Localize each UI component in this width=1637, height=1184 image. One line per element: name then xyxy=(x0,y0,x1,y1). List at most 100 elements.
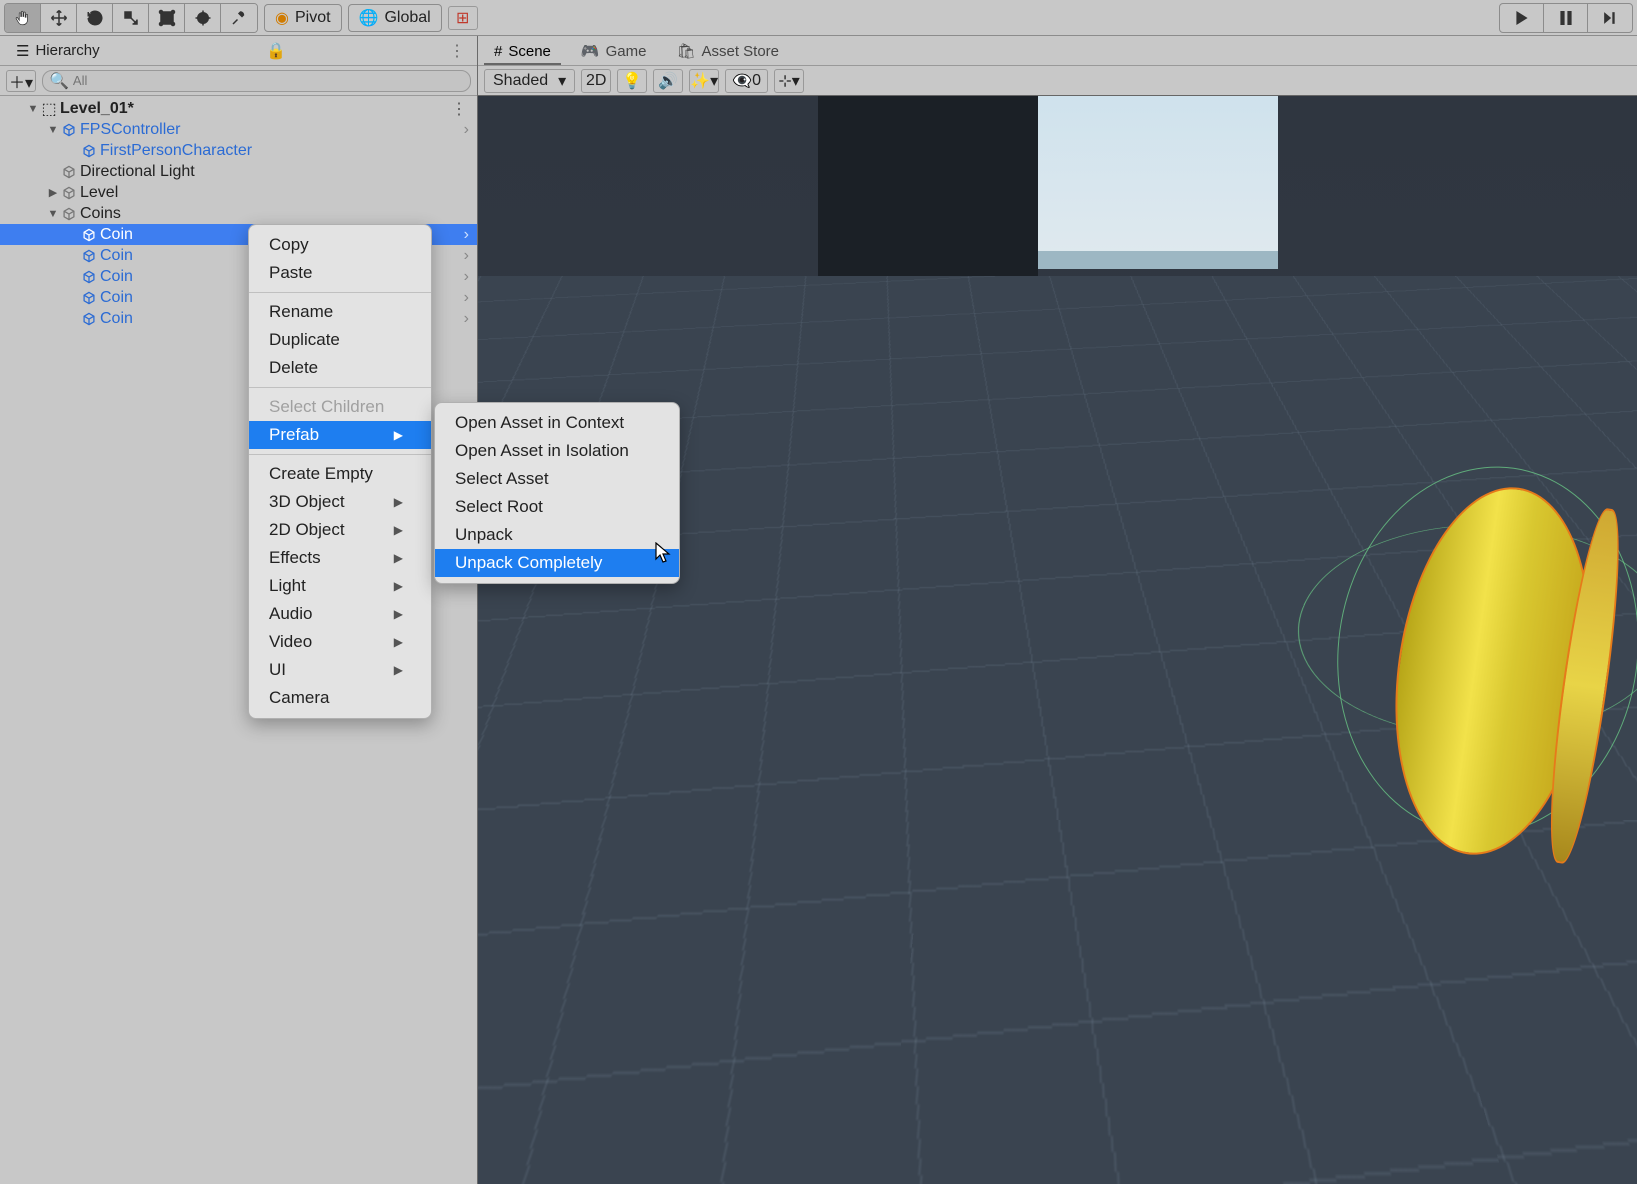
hierarchy-title: Hierarchy xyxy=(35,42,99,59)
gameobject-icon xyxy=(60,207,78,221)
menu-item-label: Delete xyxy=(269,358,318,378)
hierarchy-search[interactable]: 🔍 xyxy=(42,70,471,92)
scene-row[interactable]: ▼ ⬚ Level_01* ⋮ xyxy=(0,98,477,119)
ctx-delete[interactable]: Delete xyxy=(249,354,431,382)
open-prefab-icon[interactable]: › xyxy=(464,121,469,139)
open-prefab-icon[interactable]: › xyxy=(464,268,469,286)
open-prefab-icon[interactable]: › xyxy=(464,289,469,307)
hierarchy-item-coins[interactable]: ▼ Coins xyxy=(0,203,477,224)
move-tool[interactable] xyxy=(41,4,77,32)
ctx-prefab[interactable]: Prefab▶ xyxy=(249,421,431,449)
hierarchy-item-level[interactable]: ▶Level xyxy=(0,182,477,203)
tab-store-label: Asset Store xyxy=(701,43,779,60)
expand-icon[interactable]: ▼ xyxy=(26,103,40,115)
pause-button[interactable] xyxy=(1544,4,1588,32)
2d-toggle[interactable]: 2D xyxy=(581,69,611,93)
hierarchy-tab[interactable]: ☰ Hierarchy xyxy=(6,40,110,62)
panel-menu-icon[interactable]: ⋮ xyxy=(449,41,471,61)
ctx-2d-object[interactable]: 2D Object▶ xyxy=(249,516,431,544)
rotate-tool[interactable] xyxy=(77,4,113,32)
item-label: Directional Light xyxy=(80,163,195,181)
submenu-arrow-icon: ▶ xyxy=(394,607,403,621)
global-toggle[interactable]: 🌐 Global xyxy=(348,4,442,32)
visibility-toggle[interactable]: 👁‍🗨0 xyxy=(725,69,768,93)
expand-icon[interactable]: ▶ xyxy=(46,186,60,199)
prefab-open-asset-in-context[interactable]: Open Asset in Context xyxy=(435,409,679,437)
prefab-select-root[interactable]: Select Root xyxy=(435,493,679,521)
menu-item-label: 2D Object xyxy=(269,520,345,540)
transform-tool-group xyxy=(4,3,258,33)
prefab-open-asset-in-isolation[interactable]: Open Asset in Isolation xyxy=(435,437,679,465)
lock-icon[interactable]: 🔒 xyxy=(266,41,292,61)
gizmo-icon: ⊹▾ xyxy=(778,71,799,91)
ctx-select-children: Select Children xyxy=(249,393,431,421)
play-button[interactable] xyxy=(1500,4,1544,32)
prefab-unpack[interactable]: Unpack xyxy=(435,521,679,549)
menu-item-label: Paste xyxy=(269,263,312,283)
item-label: FirstPersonCharacter xyxy=(100,142,252,160)
pivot-icon: ◉ xyxy=(275,8,289,28)
gizmo-dropdown[interactable]: ⊹▾ xyxy=(774,69,804,93)
rect-tool[interactable] xyxy=(149,4,185,32)
custom-tool[interactable] xyxy=(221,4,257,32)
pivot-toggle[interactable]: ◉ Pivot xyxy=(264,4,342,32)
expand-icon[interactable]: ▼ xyxy=(46,208,60,220)
tab-asset-store[interactable]: 🛍 Asset Store xyxy=(666,39,789,65)
scene-menu-icon[interactable]: ⋮ xyxy=(451,99,477,119)
ctx-rename[interactable]: Rename xyxy=(249,298,431,326)
hierarchy-item-directional-light[interactable]: Directional Light xyxy=(0,161,477,182)
gameobject-icon xyxy=(80,270,98,284)
menu-item-label: Duplicate xyxy=(269,330,340,350)
ctx-effects[interactable]: Effects▶ xyxy=(249,544,431,572)
ctx-3d-object[interactable]: 3D Object▶ xyxy=(249,488,431,516)
store-tab-icon: 🛍 xyxy=(676,42,695,60)
hierarchy-item-firstpersoncharacter[interactable]: FirstPersonCharacter xyxy=(0,140,477,161)
audio-toggle[interactable]: 🔊 xyxy=(653,69,683,93)
hierarchy-item-fpscontroller[interactable]: ▼FPSController› xyxy=(0,119,477,140)
tab-game[interactable]: 🎮Game xyxy=(571,39,657,65)
ctx-ui[interactable]: UI▶ xyxy=(249,656,431,684)
gameobject-icon xyxy=(60,165,78,179)
ctx-video[interactable]: Video▶ xyxy=(249,628,431,656)
prefab-submenu[interactable]: Open Asset in ContextOpen Asset in Isola… xyxy=(434,402,680,584)
open-prefab-icon[interactable]: › xyxy=(464,226,469,244)
menu-item-label: 3D Object xyxy=(269,492,345,512)
prefab-select-asset[interactable]: Select Asset xyxy=(435,465,679,493)
ctx-camera[interactable]: Camera xyxy=(249,684,431,712)
transform-tool[interactable] xyxy=(185,4,221,32)
hierarchy-search-input[interactable] xyxy=(73,73,464,88)
lightbulb-icon: 💡 xyxy=(622,71,642,91)
menu-item-label: Unpack xyxy=(455,525,513,545)
step-button[interactable] xyxy=(1588,4,1632,32)
submenu-arrow-icon: ▶ xyxy=(394,428,403,442)
ctx-light[interactable]: Light▶ xyxy=(249,572,431,600)
open-prefab-icon[interactable]: › xyxy=(464,247,469,265)
hierarchy-context-menu[interactable]: Copy Paste Rename Duplicate Delete Select Chi… xyxy=(248,224,432,719)
scene-viewport[interactable] xyxy=(478,96,1637,1184)
hand-tool[interactable] xyxy=(5,4,41,32)
ctx-paste[interactable]: Paste xyxy=(249,259,431,287)
expand-icon[interactable]: ▼ xyxy=(46,124,60,136)
global-label: Global xyxy=(384,9,430,27)
playback-controls xyxy=(1499,3,1633,33)
shading-dropdown[interactable]: Shaded▾ xyxy=(484,69,575,93)
open-prefab-icon[interactable]: › xyxy=(464,310,469,328)
ctx-copy[interactable]: Copy xyxy=(249,231,431,259)
fx-toggle[interactable]: ✨▾ xyxy=(689,69,719,93)
scale-tool[interactable] xyxy=(113,4,149,32)
create-dropdown[interactable]: ＋▾ xyxy=(6,70,36,92)
search-icon: 🔍 xyxy=(49,71,69,91)
item-label: Coin xyxy=(100,247,133,265)
scene-icon: ⬚ xyxy=(40,99,58,119)
item-label: Coins xyxy=(80,205,121,223)
tab-scene[interactable]: #Scene xyxy=(484,40,561,65)
visibility-count: 0 xyxy=(752,72,761,90)
gameobject-icon xyxy=(80,144,98,158)
snap-toggle[interactable]: ⊞ xyxy=(448,6,478,30)
ctx-create-empty[interactable]: Create Empty xyxy=(249,460,431,488)
lighting-toggle[interactable]: 💡 xyxy=(617,69,647,93)
prefab-unpack-completely[interactable]: Unpack Completely xyxy=(435,549,679,577)
ctx-duplicate[interactable]: Duplicate xyxy=(249,326,431,354)
ctx-audio[interactable]: Audio▶ xyxy=(249,600,431,628)
menu-item-label: Select Asset xyxy=(455,469,549,489)
